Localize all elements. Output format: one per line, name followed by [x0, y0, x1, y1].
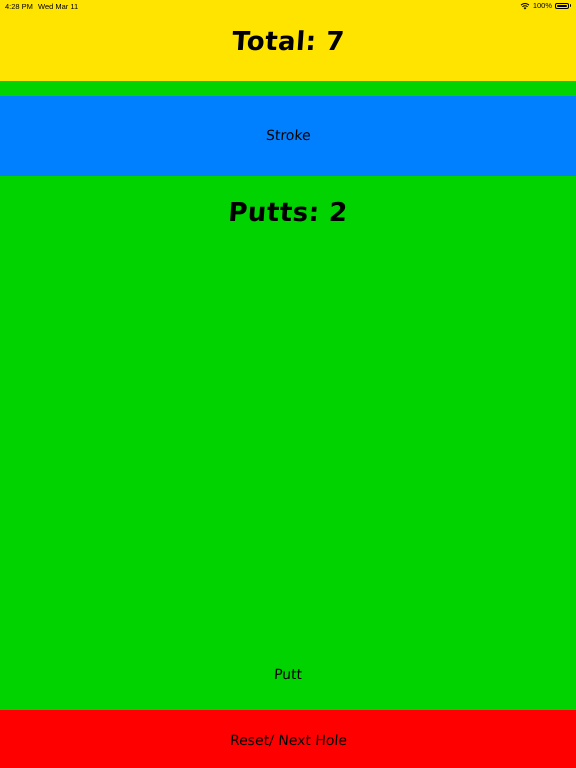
status-time: 4:28 PM: [5, 2, 33, 11]
wifi-icon: [520, 2, 530, 10]
golf-counter-screen: Total: 7 4:28 PM Wed Mar 11 100% Stroke: [0, 0, 576, 768]
battery-fill: [557, 4, 567, 7]
reset-next-hole-button[interactable]: Reset/ Next Hole: [0, 710, 576, 768]
battery-icon: [555, 2, 571, 9]
putt-button[interactable]: Putt: [0, 640, 576, 710]
stroke-button-label: Stroke: [265, 128, 311, 144]
total-bar: Total: 7: [0, 0, 576, 81]
putt-button-label: Putt: [273, 667, 303, 683]
status-right: 100%: [520, 1, 571, 10]
status-date: Wed Mar 11: [38, 2, 79, 11]
battery-body: [555, 2, 569, 9]
battery-percent: 100%: [532, 1, 552, 10]
putts-label: Putts: 2: [227, 198, 349, 228]
status-bar: 4:28 PM Wed Mar 11 100%: [0, 0, 576, 12]
total-label: Total: 7: [230, 26, 346, 57]
battery-tip: [569, 4, 571, 7]
reset-button-label: Reset/ Next Hole: [228, 733, 348, 749]
stroke-button[interactable]: Stroke: [0, 96, 576, 176]
